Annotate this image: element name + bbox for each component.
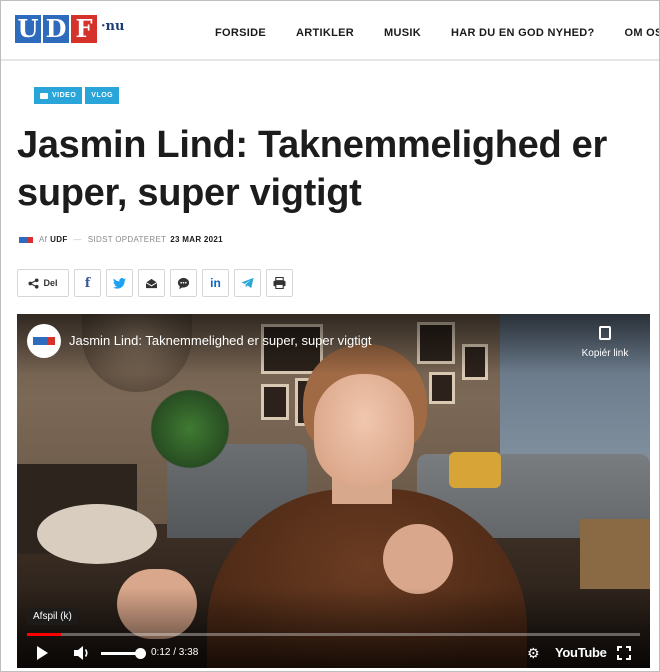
youtube-logo[interactable]: YouTube [555, 645, 607, 660]
site-logo[interactable]: U D F ·nu [15, 15, 124, 45]
share-email-button[interactable] [138, 269, 165, 297]
share-telegram-button[interactable] [234, 269, 261, 297]
facebook-icon: f [84, 275, 91, 291]
copy-icon [599, 326, 611, 340]
tag-video-label: VIDEO [52, 92, 77, 99]
video-camera-icon [40, 92, 48, 99]
nav-item-musik[interactable]: MUSIK [384, 27, 421, 39]
share-bar: Del f in [17, 269, 293, 297]
video-controls: 0:12 / 3:38 ⚙ YouTube [17, 639, 650, 667]
telegram-icon [241, 277, 254, 289]
nav-item-om-os[interactable]: OM OS [624, 27, 659, 39]
share-messenger-button[interactable] [170, 269, 197, 297]
play-tooltip: Afspil (k) [27, 608, 78, 625]
updated-label: SIDST OPDATERET [87, 235, 167, 244]
video-progress-bar[interactable] [27, 633, 640, 636]
play-icon[interactable] [37, 646, 48, 660]
article-meta: Af UDF — SIDST OPDATERET 23 MAR 2021 [19, 235, 223, 244]
tag-video[interactable]: VIDEO [34, 87, 83, 104]
tag-vlog[interactable]: VLOG [85, 87, 120, 104]
logo-tld: ·nu [101, 19, 125, 34]
volume-slider-knob[interactable] [135, 648, 146, 659]
email-icon [145, 278, 158, 288]
fullscreen-icon[interactable] [617, 646, 631, 660]
video-thumbnail [17, 314, 650, 668]
meta-separator: — [73, 235, 82, 244]
linkedin-icon: in [210, 276, 221, 290]
nav-item-forside[interactable]: FORSIDE [215, 27, 266, 39]
messenger-icon [177, 277, 190, 289]
share-linkedin-button[interactable]: in [202, 269, 229, 297]
category-tags: VIDEO VLOG [34, 87, 120, 104]
share-twitter-button[interactable] [106, 269, 133, 297]
share-facebook-button[interactable]: f [74, 269, 101, 297]
author-prefix: Af [39, 235, 48, 244]
logo-letter-u: U [15, 15, 41, 43]
copy-link-label: Kopiér link [581, 348, 629, 359]
author-name[interactable]: UDF [50, 235, 67, 244]
video-title[interactable]: Jasmin Lind: Taknemmelighed er super, su… [69, 333, 372, 348]
copy-link-button[interactable]: Kopiér link [570, 326, 640, 361]
logo-letter-f: F [71, 15, 97, 43]
site-header: U D F ·nu FORSIDE ARTIKLER MUSIK HAR DU … [1, 1, 659, 61]
page-frame: U D F ·nu FORSIDE ARTIKLER MUSIK HAR DU … [0, 0, 660, 672]
video-time: 0:12 / 3:38 [151, 647, 199, 658]
settings-gear-icon[interactable]: ⚙ [527, 645, 540, 662]
nav-item-nyhed[interactable]: HAR DU EN GOD NYHED? [451, 27, 595, 39]
share-button[interactable]: Del [17, 269, 69, 297]
main-nav: FORSIDE ARTIKLER MUSIK HAR DU EN GOD NYH… [215, 27, 659, 39]
progress-fill [27, 633, 61, 636]
channel-logo-icon [33, 337, 55, 345]
article-title: Jasmin Lind: Taknemmelighed er super, su… [17, 124, 608, 214]
updated-date: 23 MAR 2021 [170, 235, 223, 244]
video-player[interactable]: Jasmin Lind: Taknemmelighed er super, su… [17, 314, 650, 668]
share-icon [28, 277, 40, 289]
twitter-icon [113, 277, 126, 289]
volume-slider[interactable] [101, 652, 139, 655]
logo-letter-d: D [43, 15, 69, 43]
channel-avatar[interactable] [27, 324, 61, 358]
print-button[interactable] [266, 269, 293, 297]
author-logo-icon [19, 236, 33, 243]
volume-icon[interactable] [73, 645, 91, 661]
tag-vlog-label: VLOG [91, 92, 114, 99]
share-label: Del [43, 278, 58, 288]
print-icon [273, 277, 286, 289]
nav-item-artikler[interactable]: ARTIKLER [296, 27, 354, 39]
